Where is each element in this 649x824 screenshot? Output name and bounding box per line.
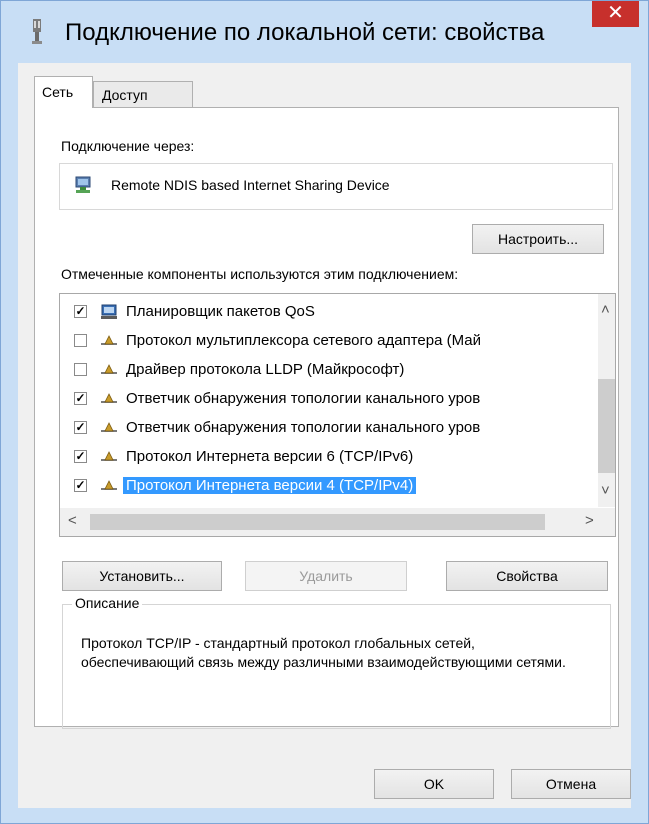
- ok-button-label: OK: [423, 776, 445, 792]
- properties-window: Подключение по локальной сети: свойства …: [0, 0, 649, 824]
- dialog-client: Сеть Доступ Подключение через: Remote ND…: [18, 63, 631, 808]
- properties-button[interactable]: Свойства: [446, 561, 608, 591]
- title-bar[interactable]: Подключение по локальной сети: свойства …: [1, 1, 648, 63]
- component-checkbox[interactable]: ✓: [74, 305, 87, 318]
- network-protocol-icon: [101, 364, 117, 374]
- description-text: Протокол TCP/IP - стандартный протокол г…: [81, 635, 566, 670]
- network-protocol-icon: [101, 451, 117, 461]
- network-protocol-icon: [101, 393, 117, 403]
- component-label: Ответчик обнаружения топологии канальног…: [126, 419, 481, 436]
- component-row[interactable]: ✓ Протокол Интернета версии 6 (TCP/IPv6): [60, 443, 580, 472]
- component-checkbox[interactable]: ✓: [74, 450, 87, 463]
- scroll-left-icon[interactable]: <: [68, 512, 77, 529]
- component-label: Протокол мультиплексора сетевого адаптер…: [126, 332, 481, 349]
- device-box: Remote NDIS based Internet Sharing Devic…: [59, 163, 613, 210]
- network-protocol-icon: [101, 422, 117, 432]
- component-checkbox[interactable]: ✓: [74, 479, 87, 492]
- tab-sharing[interactable]: Доступ: [93, 81, 193, 108]
- network-plug-icon: [32, 19, 42, 44]
- remove-button-label: Удалить: [299, 568, 353, 584]
- configure-button[interactable]: Настроить...: [472, 224, 604, 254]
- component-row[interactable]: ✓ Планировщик пакетов QoS: [60, 298, 580, 327]
- scroll-right-icon[interactable]: >: [585, 512, 594, 529]
- component-row[interactable]: Протокол мультиплексора сетевого адаптер…: [60, 327, 580, 356]
- component-label: Протокол Интернета версии 6 (TCP/IPv6): [126, 448, 414, 465]
- install-button-label: Установить...: [99, 568, 185, 584]
- network-adapter-icon: [75, 176, 91, 193]
- device-name: Remote NDIS based Internet Sharing Devic…: [111, 177, 390, 193]
- description-title: Описание: [72, 595, 143, 611]
- scroll-down-icon[interactable]: ˅: [601, 482, 610, 499]
- component-checkbox[interactable]: [74, 363, 87, 376]
- vertical-scroll-thumb[interactable]: [598, 379, 615, 473]
- component-checkbox[interactable]: [74, 334, 87, 347]
- network-scheduler-icon: [101, 304, 117, 319]
- component-row[interactable]: ✓ Ответчик обнаружения топологии канально…: [60, 385, 580, 414]
- component-label: Планировщик пакетов QoS: [126, 303, 315, 320]
- horizontal-scrollbar[interactable]: < >: [60, 508, 615, 536]
- properties-button-label: Свойства: [496, 568, 558, 584]
- component-checkbox[interactable]: ✓: [74, 421, 87, 434]
- components-label: Отмеченные компоненты используются этим …: [61, 266, 459, 282]
- network-protocol-icon: [101, 335, 117, 345]
- tab-panel-network: Подключение через: Remote NDIS based Int…: [34, 107, 619, 729]
- horizontal-scroll-thumb[interactable]: [90, 514, 545, 530]
- connect-via-label: Подключение через:: [61, 138, 195, 154]
- cancel-button[interactable]: Отмена: [511, 769, 631, 799]
- scroll-up-icon[interactable]: ˄: [601, 301, 610, 318]
- component-row[interactable]: ✓ Протокол Интернета версии 4 (TCP/IPv4): [60, 472, 580, 501]
- description-group: Описание Протокол TCP/IP - стандартный п…: [62, 595, 611, 729]
- ok-button[interactable]: OK: [374, 769, 494, 799]
- install-button[interactable]: Установить...: [62, 561, 222, 591]
- network-protocol-icon: [101, 480, 117, 490]
- component-label: Ответчик обнаружения топологии канальног…: [126, 390, 481, 407]
- component-row[interactable]: Драйвер протокола LLDP (Майкрософт): [60, 356, 580, 385]
- window-title: Подключение по локальной сети: свойства: [65, 19, 545, 46]
- close-button[interactable]: ✕: [592, 1, 639, 27]
- component-checkbox[interactable]: ✓: [74, 392, 87, 405]
- cancel-button-label: Отмена: [545, 776, 597, 792]
- vertical-scrollbar[interactable]: ˄ ˅: [598, 294, 615, 507]
- remove-button[interactable]: Удалить: [245, 561, 407, 591]
- component-label: Драйвер протокола LLDP (Майкрософт): [126, 361, 405, 378]
- component-row[interactable]: ✓ Ответчик обнаружения топологии канально…: [60, 414, 580, 443]
- configure-button-label: Настроить...: [497, 231, 579, 247]
- component-label: Протокол Интернета версии 4 (TCP/IPv4): [123, 477, 417, 494]
- components-list[interactable]: ✓ Планировщик пакетов QoS Протокол мультип…: [59, 293, 616, 537]
- tab-network[interactable]: Сеть: [34, 76, 93, 108]
